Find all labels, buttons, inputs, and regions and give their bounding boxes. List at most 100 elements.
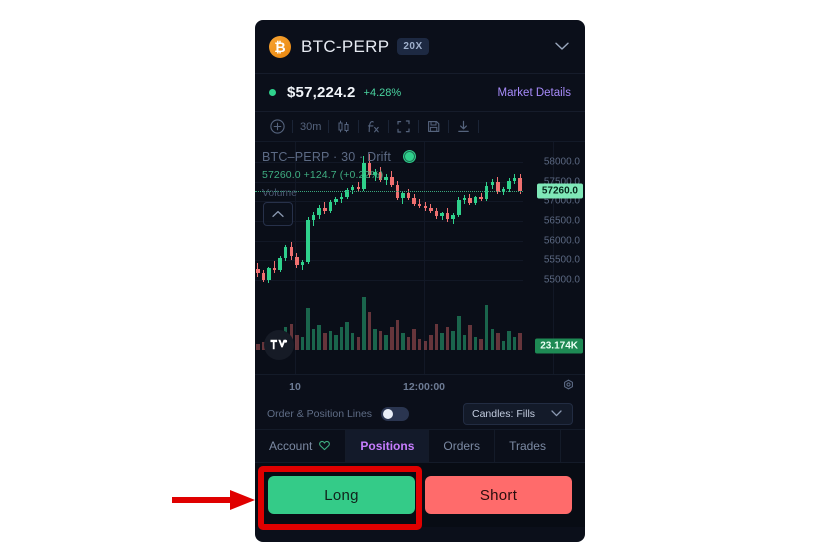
candle-body <box>423 206 427 209</box>
leverage-badge: 20X <box>397 38 429 55</box>
volume-bar <box>406 336 411 350</box>
candle-body <box>473 197 478 203</box>
chevron-up-icon[interactable] <box>263 202 293 226</box>
download-snapshot-icon[interactable] <box>449 112 478 141</box>
candle-body <box>267 268 271 280</box>
market-header[interactable]: ₿ BTC-PERP 20X <box>255 20 585 74</box>
candle-body <box>306 220 310 262</box>
tab-trades[interactable]: Trades <box>495 430 561 462</box>
candle-body <box>417 203 422 206</box>
long-button[interactable]: Long <box>268 476 415 514</box>
price-chart[interactable]: BTC–PERP · 30 · Drift 57260.0 +124.7 (+0… <box>255 142 585 374</box>
price-tick-1: 57500.0 <box>543 176 580 188</box>
candle-body <box>512 177 517 181</box>
candle-wick <box>274 261 276 274</box>
candle-body <box>300 262 305 266</box>
heart-icon <box>318 439 331 454</box>
tab-positions[interactable]: Positions <box>346 430 430 462</box>
fullscreen-icon[interactable] <box>389 112 418 141</box>
volume-bar <box>434 323 439 350</box>
candle-body <box>350 187 355 191</box>
tab-orders[interactable]: Orders <box>429 430 496 462</box>
volume-bar <box>395 319 400 350</box>
candles-mode-value: Candles: Fills <box>472 408 536 420</box>
tab-account-label: Account <box>269 439 313 453</box>
toolbar-divider <box>478 120 480 133</box>
market-details-link[interactable]: Market Details <box>498 87 572 99</box>
chevron-down-icon <box>551 409 562 419</box>
timeframe-selector[interactable]: 30m <box>293 112 328 141</box>
candle-body <box>434 210 439 217</box>
order-position-lines-label: Order & Position Lines <box>267 408 373 420</box>
price-tick-2: 57000.0 <box>543 195 580 207</box>
candle-body <box>412 198 416 204</box>
candle-body <box>356 187 360 190</box>
volume-bar <box>512 336 517 350</box>
candle-body <box>362 162 366 190</box>
bottom-tabs: Account Positions Orders Trades <box>255 429 585 463</box>
price-tick-5: 55500.0 <box>543 254 580 266</box>
indicators-fx-icon[interactable] <box>359 112 388 141</box>
volume-bar <box>501 340 506 350</box>
trading-app-card: ₿ BTC-PERP 20X $57,224.2 +4.28% Market D… <box>255 20 585 542</box>
candle-body <box>507 180 511 190</box>
volume-bar <box>350 332 355 350</box>
volume-bar <box>445 327 450 350</box>
volume-bar <box>378 331 383 350</box>
candle-body <box>317 208 321 216</box>
bitcoin-icon: ₿ <box>269 35 291 58</box>
candle-body <box>378 172 383 180</box>
chart-legend-ohlc: 57260.0 +124.7 (+0.22%) <box>262 169 384 181</box>
volume-bar <box>362 297 366 350</box>
price-tick-0: 58000.0 <box>543 156 580 168</box>
candle-body <box>479 197 483 199</box>
candle-body <box>295 256 299 266</box>
price-tick-3: 56500.0 <box>543 215 580 227</box>
candle-body <box>468 198 472 203</box>
volume-bar <box>412 329 416 350</box>
volume-bar <box>473 336 478 350</box>
candle-body <box>401 193 405 199</box>
price-axis[interactable]: 58000.0 57500.0 57000.0 56500.0 56000.0 55500… <box>523 142 585 374</box>
volume-bar <box>451 331 455 350</box>
candles-mode-select[interactable]: Candles: Fills <box>463 403 573 425</box>
volume-bar <box>440 332 444 350</box>
order-position-lines-toggle[interactable] <box>381 407 410 421</box>
tab-trades-label: Trades <box>509 439 546 453</box>
candle-body <box>384 176 388 180</box>
current-price: $57,224.2 <box>287 84 356 101</box>
current-price-line <box>255 191 523 193</box>
volume-bar <box>328 331 333 350</box>
gridline-vertical <box>553 142 554 374</box>
volume-bar <box>345 321 349 350</box>
candle-body <box>278 258 282 271</box>
time-tick-0: 10 <box>289 381 301 393</box>
tab-account[interactable]: Account <box>255 430 347 462</box>
candle-body <box>311 215 316 221</box>
volume-bar <box>423 340 427 350</box>
candle-body <box>367 162 372 176</box>
chart-settings-icon[interactable] <box>562 379 575 397</box>
candle-body <box>390 176 394 185</box>
live-indicator-dot <box>269 89 276 96</box>
price-change-percent: +4.28% <box>363 86 402 99</box>
save-layout-icon[interactable] <box>419 112 448 141</box>
gridline-vertical <box>424 142 425 374</box>
chevron-down-icon[interactable] <box>553 35 571 58</box>
price-tick-4: 56000.0 <box>543 235 580 247</box>
tab-positions-label: Positions <box>360 439 415 453</box>
right-arrow-annotation <box>172 490 255 510</box>
volume-bar <box>373 329 377 350</box>
volume-bar <box>484 304 489 350</box>
tradingview-logo <box>264 330 294 360</box>
volume-bar <box>295 334 299 350</box>
candle-body <box>256 268 260 274</box>
time-axis[interactable]: 10 12:00:00 <box>255 374 585 399</box>
add-indicator-icon[interactable] <box>263 112 292 141</box>
candle-body <box>289 247 293 257</box>
candle-body <box>440 213 444 217</box>
chart-type-icon[interactable] <box>329 112 358 141</box>
short-button[interactable]: Short <box>425 476 572 514</box>
volume-bar <box>317 325 321 350</box>
candle-body <box>261 273 266 280</box>
